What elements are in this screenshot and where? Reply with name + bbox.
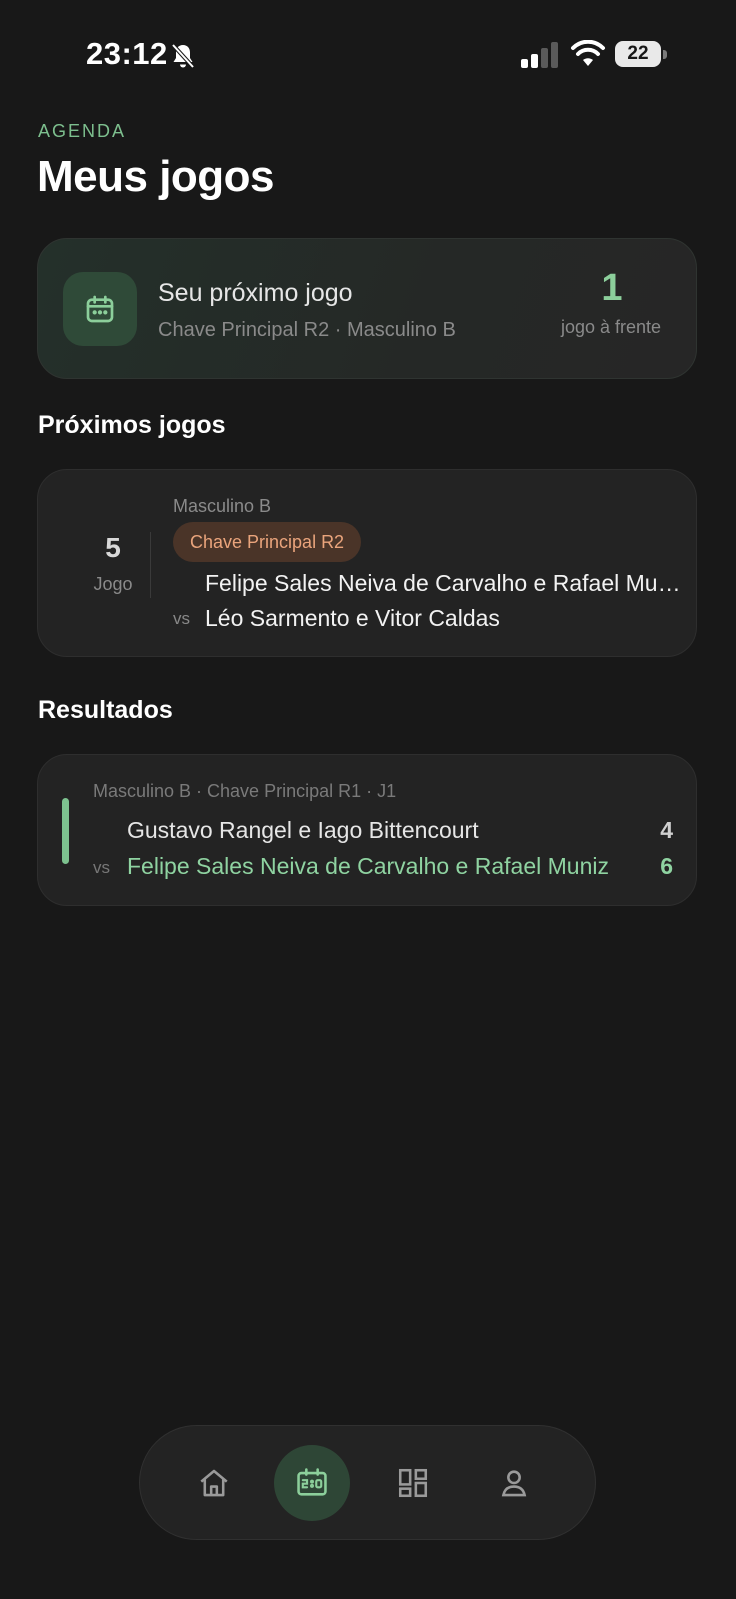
signal-icon — [521, 42, 558, 68]
battery-level: 22 — [627, 43, 649, 64]
results-section-title: Resultados — [38, 696, 173, 724]
game-number-label: Jogo — [93, 574, 133, 594]
upcoming-game-card[interactable]: 5 Jogo Masculino B Chave Principal R2 Fe… — [37, 469, 697, 657]
user-icon — [501, 1470, 527, 1497]
result-score-a: 4 — [660, 817, 673, 843]
vs-label: vs — [173, 609, 190, 628]
nav-games[interactable] — [274, 1445, 350, 1521]
next-game-title: Seu próximo jogo — [158, 279, 353, 307]
dashboard-icon — [398, 1468, 428, 1498]
round-badge: Chave Principal R2 — [173, 522, 362, 562]
page-overline: AGENDA — [38, 121, 127, 141]
next-game-subtitle: Chave Principal R2 · Masculino B — [158, 319, 456, 341]
calendar-icon — [86, 295, 114, 323]
battery-indicator: 22 — [615, 41, 667, 67]
team-row: Felipe Sales Neiva de Carvalho e Rafael … — [173, 570, 683, 600]
home-icon — [200, 1469, 228, 1497]
next-game-card[interactable]: Seu próximo jogo Chave Principal R2 · Ma… — [37, 238, 697, 379]
bell-off-icon — [171, 43, 195, 69]
scoreboard-icon — [297, 1468, 327, 1496]
win-indicator — [62, 798, 69, 864]
result-card[interactable]: Masculino B · Chave Principal R1 · J1 Gu… — [37, 754, 697, 906]
wifi-icon — [571, 40, 605, 66]
team-b-name: Léo Sarmento e Vitor Caldas — [205, 605, 500, 631]
result-meta: Masculino B · Chave Principal R1 · J1 — [93, 781, 397, 801]
page-title: Meus jogos — [37, 152, 275, 201]
nav-brackets[interactable] — [375, 1445, 451, 1521]
bottom-nav — [139, 1425, 596, 1540]
upcoming-section-title: Próximos jogos — [38, 411, 226, 439]
nav-profile[interactable] — [476, 1445, 552, 1521]
result-row: Gustavo Rangel e Iago Bittencourt 4 — [93, 817, 673, 847]
team-a-name: Felipe Sales Neiva de Carvalho e Rafael … — [205, 570, 683, 596]
nav-home[interactable] — [176, 1445, 252, 1521]
vs-label: vs — [93, 858, 110, 877]
result-row: vs Felipe Sales Neiva de Carvalho e Rafa… — [93, 853, 673, 883]
result-team-b: Felipe Sales Neiva de Carvalho e Rafael … — [127, 853, 609, 879]
status-time: 23:12 — [86, 36, 168, 71]
team-row: vs Léo Sarmento e Vitor Caldas — [173, 605, 683, 635]
game-category: Masculino B — [173, 496, 272, 516]
games-ahead-count: 1 — [601, 267, 623, 309]
status-bar: 23:12 22 — [0, 0, 736, 110]
result-score-b: 6 — [660, 853, 673, 879]
divider — [150, 532, 151, 598]
result-team-a: Gustavo Rangel e Iago Bittencourt — [127, 817, 479, 843]
calendar-icon-box — [63, 272, 137, 346]
game-number: 5 — [105, 532, 121, 563]
games-ahead-label: jogo à frente — [560, 317, 662, 337]
